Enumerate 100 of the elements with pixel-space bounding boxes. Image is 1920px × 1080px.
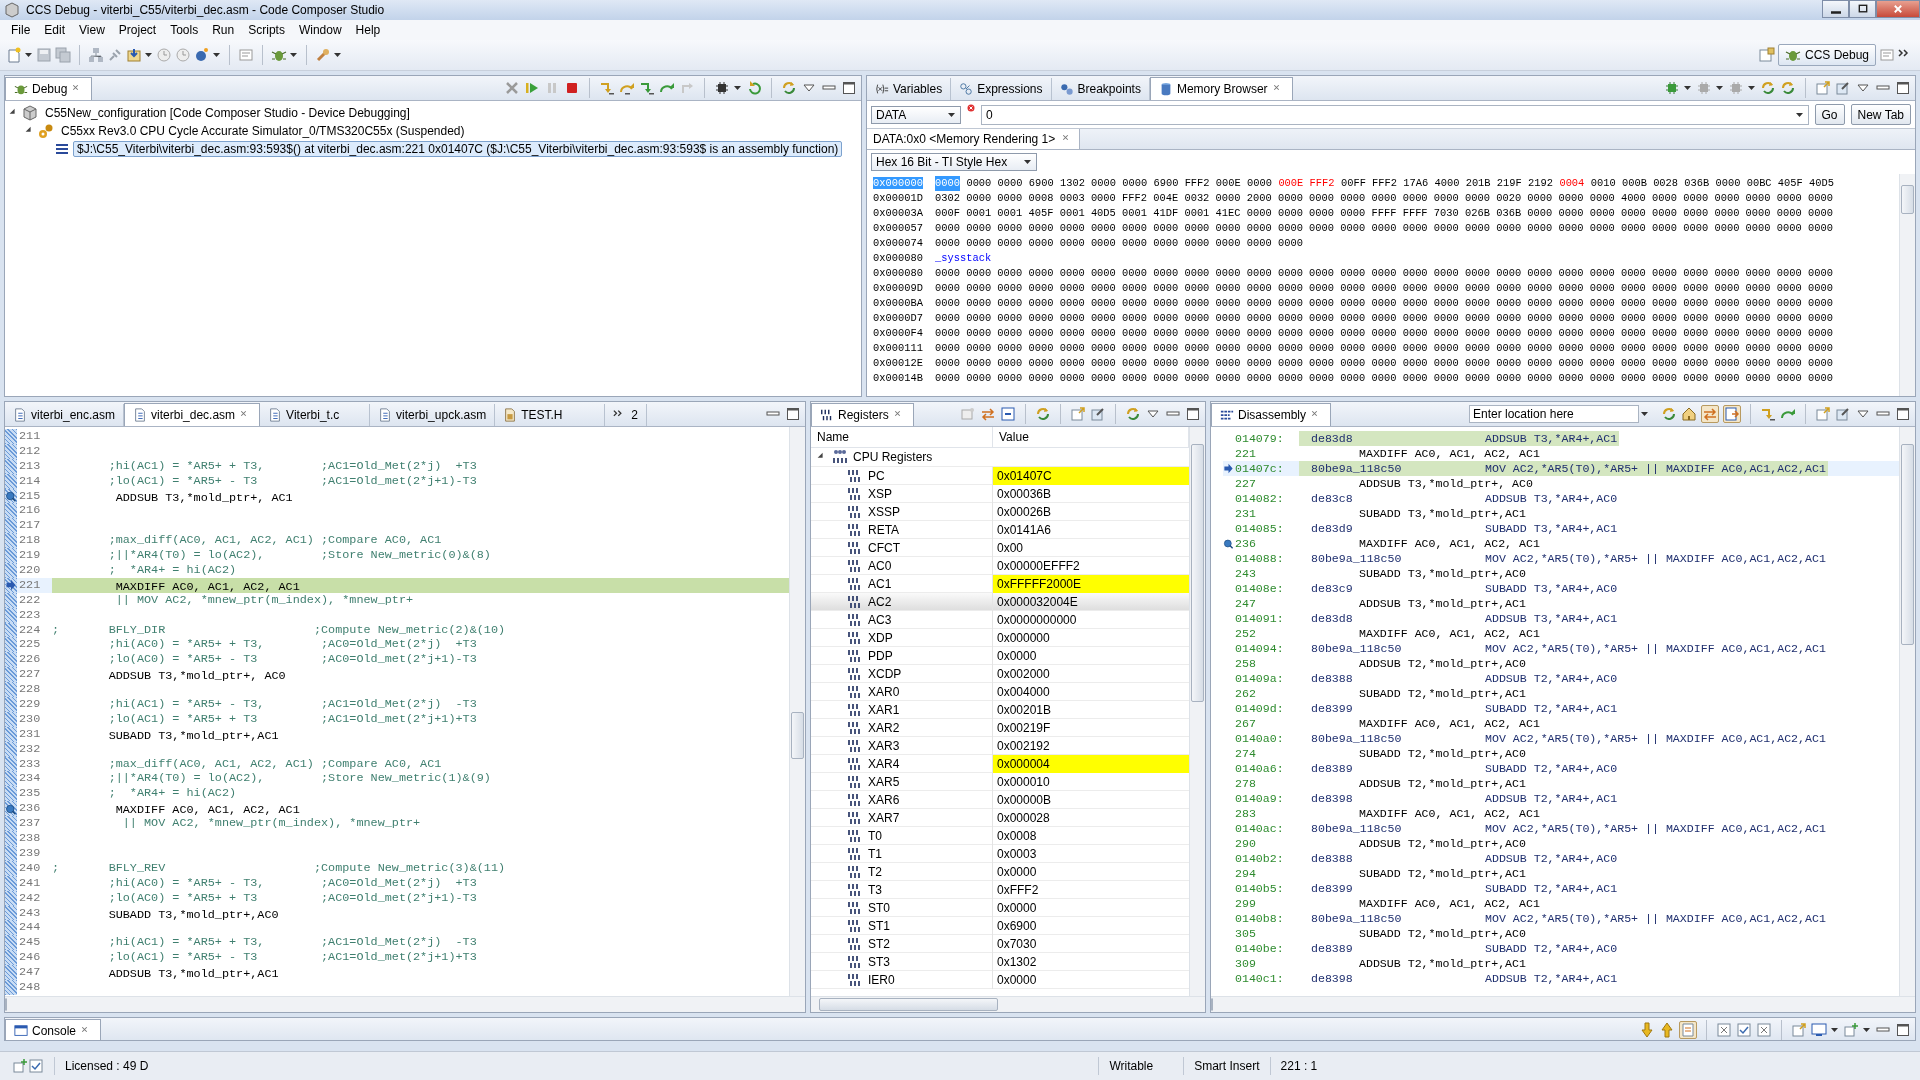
stop-icon[interactable] xyxy=(564,80,580,96)
caret-icon[interactable] xyxy=(1863,1027,1871,1033)
menu-item[interactable]: View xyxy=(72,21,112,39)
perspective-icon[interactable] xyxy=(1758,47,1775,63)
more-tabs-button[interactable]: 2 xyxy=(605,404,647,426)
memory-space-dropdown[interactable]: DATA xyxy=(871,105,961,124)
save-all-icon[interactable] xyxy=(55,47,71,63)
tree-item[interactable]: C55xx Rev3.0 CPU Cycle Accurate Simulator_0/TMS320C55x (Suspended) xyxy=(57,123,469,139)
scrollbar[interactable] xyxy=(789,427,805,996)
sync-icon[interactable] xyxy=(1723,405,1741,423)
download-icon[interactable] xyxy=(126,47,142,63)
home-icon[interactable] xyxy=(1681,406,1697,422)
step-into-icon[interactable] xyxy=(599,80,615,96)
clear-icon[interactable] xyxy=(1756,1022,1772,1038)
caret-icon[interactable] xyxy=(1831,1027,1839,1033)
minimize-button[interactable] xyxy=(1822,0,1849,18)
tree-item[interactable]: C55New_configuration [Code Composer Studio - Device Debugging] xyxy=(41,105,414,121)
scroll-lock-icon[interactable] xyxy=(1679,1021,1697,1039)
caret-icon[interactable] xyxy=(734,85,742,91)
pin-icon[interactable] xyxy=(1835,406,1851,422)
scrollbar[interactable] xyxy=(811,996,1205,1012)
window-icon[interactable] xyxy=(238,47,254,63)
tab[interactable]: TEST.H xyxy=(495,404,606,426)
scrollbar[interactable] xyxy=(5,996,805,1012)
pin-icon[interactable] xyxy=(1835,80,1851,96)
scrollbar[interactable] xyxy=(1189,427,1205,996)
resume-icon[interactable] xyxy=(524,80,540,96)
ball-icon[interactable] xyxy=(194,47,210,63)
up-arrow-icon[interactable] xyxy=(1659,1022,1675,1038)
maximize-icon[interactable] xyxy=(841,80,857,96)
caret-icon[interactable] xyxy=(25,52,33,58)
tree-item[interactable]: $J:\C55_Viterbi\viterbi_dec.asm:93:593$() at viterbi_dec.asm:221 0x01407C ($J:\C55_Viterbi\viterbi_dec.asm:93:593$ is an assembly function) xyxy=(73,141,843,157)
perspective-button[interactable]: CCS Debug xyxy=(1777,44,1876,66)
menu-item[interactable]: Run xyxy=(205,21,242,39)
caret-icon[interactable] xyxy=(213,52,221,58)
caret-icon[interactable] xyxy=(145,52,153,58)
step-into-icon[interactable] xyxy=(639,80,655,96)
link-arrows-icon[interactable] xyxy=(980,406,996,422)
add-icon[interactable] xyxy=(12,1058,28,1074)
caret-icon[interactable] xyxy=(290,52,298,58)
link-arrows-icon[interactable] xyxy=(1701,405,1719,423)
scrollbar[interactable] xyxy=(1211,996,1915,1012)
menu-item[interactable]: Tools xyxy=(163,21,206,39)
refresh-icon[interactable] xyxy=(1760,80,1776,96)
maximize-icon[interactable] xyxy=(785,406,801,422)
chip-icon[interactable] xyxy=(714,80,730,96)
tab[interactable]: Expressions xyxy=(951,78,1052,100)
refresh-icon[interactable] xyxy=(1125,406,1141,422)
scrollbar[interactable] xyxy=(1899,174,1915,396)
button[interactable]: Go xyxy=(1814,104,1845,125)
menu-item[interactable]: File xyxy=(4,21,38,39)
refresh-icon[interactable] xyxy=(1661,406,1677,422)
restart-icon[interactable] xyxy=(746,80,762,96)
maximize-icon[interactable] xyxy=(1895,1022,1911,1038)
format-dropdown[interactable]: Hex 16 Bit - TI Style Hex xyxy=(871,153,1037,171)
location-field[interactable]: Enter location here xyxy=(1469,405,1639,423)
tab[interactable]: Debug xyxy=(5,77,93,100)
tab[interactable]: Disassembly xyxy=(1211,403,1331,426)
maximize-icon[interactable] xyxy=(1185,406,1201,422)
caret-icon[interactable] xyxy=(334,52,342,58)
tab[interactable]: Variables xyxy=(867,78,952,100)
caret-icon[interactable] xyxy=(1641,411,1649,417)
tab[interactable]: Registers xyxy=(811,403,914,426)
pin-icon[interactable] xyxy=(1090,406,1106,422)
maximize-icon[interactable] xyxy=(1895,406,1911,422)
refresh-icon[interactable] xyxy=(1035,406,1051,422)
scrollbar[interactable] xyxy=(1899,427,1915,996)
tab[interactable]: Viterbi_t.c xyxy=(260,404,371,426)
caret-icon[interactable] xyxy=(1795,111,1804,118)
tab[interactable]: Memory Browser xyxy=(1149,77,1293,100)
collapse-icon[interactable] xyxy=(1000,406,1016,422)
menu-item[interactable]: Scripts xyxy=(241,21,292,39)
tab[interactable]: Console xyxy=(5,1019,102,1040)
breakpoint-icon[interactable] xyxy=(1223,538,1234,549)
network-icon[interactable] xyxy=(88,47,104,63)
tab[interactable]: DATA:0x0 <Memory Rendering 1> xyxy=(867,129,1081,149)
menu-item[interactable]: Help xyxy=(348,21,388,39)
column-header[interactable]: Name xyxy=(811,427,993,447)
task-icon[interactable] xyxy=(28,1058,44,1074)
tab[interactable]: viterbi_upck.asm xyxy=(370,404,496,426)
address-field[interactable]: 0 xyxy=(981,104,1809,125)
tab[interactable]: viterbi_dec.asm xyxy=(124,403,261,426)
down-arrow-icon[interactable] xyxy=(1639,1022,1655,1038)
close-button[interactable] xyxy=(1876,0,1920,18)
button[interactable]: New Tab xyxy=(1850,104,1911,125)
caret-icon[interactable] xyxy=(1684,85,1692,91)
caret-icon[interactable] xyxy=(1716,85,1724,91)
menu-item[interactable]: Window xyxy=(291,21,349,39)
refresh-icon[interactable] xyxy=(1780,80,1796,96)
refresh-icon[interactable] xyxy=(781,80,797,96)
task-icon[interactable] xyxy=(1736,1022,1752,1038)
maximize-icon[interactable] xyxy=(1895,80,1911,96)
monitor-icon[interactable] xyxy=(1811,1022,1827,1038)
menu-item[interactable]: Project xyxy=(111,21,164,39)
remove-icon[interactable] xyxy=(504,80,520,96)
clear-icon[interactable] xyxy=(1716,1022,1732,1038)
menu-item[interactable]: Edit xyxy=(37,21,73,39)
step-into-icon[interactable] xyxy=(1760,406,1776,422)
tab[interactable]: Breakpoints xyxy=(1051,78,1150,100)
maximize-button[interactable] xyxy=(1849,0,1876,18)
